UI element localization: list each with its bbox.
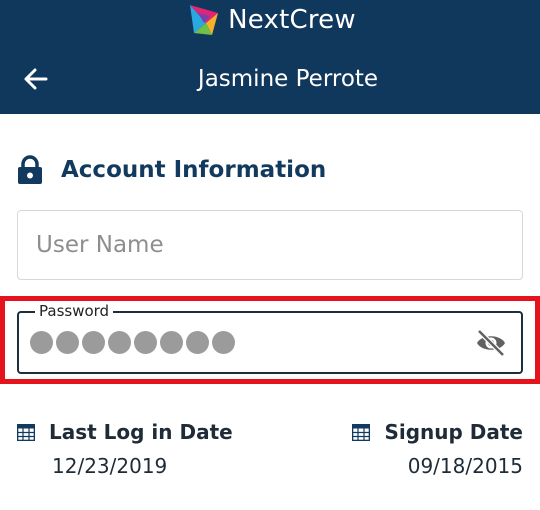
- back-button[interactable]: [16, 60, 56, 98]
- calendar-icon: [352, 423, 371, 441]
- last-login-value: 12/23/2019: [52, 454, 168, 478]
- username-input[interactable]: [36, 211, 522, 279]
- password-dot: [160, 331, 183, 354]
- eye-off-icon: [477, 329, 505, 357]
- signup-block: Signup Date 09/18/2015: [352, 418, 523, 478]
- app-header: NextCrew Jasmine Perrote: [0, 0, 540, 114]
- password-visibility-toggle[interactable]: [475, 329, 507, 357]
- page-title: Jasmine Perrote: [197, 66, 379, 92]
- last-login-label: Last Log in Date: [49, 420, 233, 444]
- brand: NextCrew: [0, 0, 540, 40]
- password-label: Password: [35, 301, 114, 321]
- lock-icon: [18, 155, 42, 184]
- password-dot: [82, 331, 105, 354]
- section-title: Account Information: [61, 157, 327, 183]
- signup-value: 09/18/2015: [407, 454, 523, 478]
- password-dot: [212, 331, 235, 354]
- brand-name: NextCrew: [228, 5, 356, 35]
- calendar-icon: [17, 423, 35, 441]
- arrow-left-icon: [24, 68, 48, 90]
- password-dot: [108, 331, 131, 354]
- password-dot: [186, 331, 209, 354]
- password-dot: [30, 331, 53, 354]
- last-login-block: Last Log in Date 12/23/2019: [17, 418, 233, 478]
- password-dot: [56, 331, 79, 354]
- password-field[interactable]: Password: [17, 301, 523, 374]
- username-field[interactable]: [17, 210, 523, 280]
- signup-label: Signup Date: [384, 420, 523, 444]
- password-masked-value: [30, 331, 235, 354]
- nextcrew-logo-icon: [190, 5, 219, 35]
- password-dot: [134, 331, 157, 354]
- account-section-header: Account Information: [17, 152, 326, 188]
